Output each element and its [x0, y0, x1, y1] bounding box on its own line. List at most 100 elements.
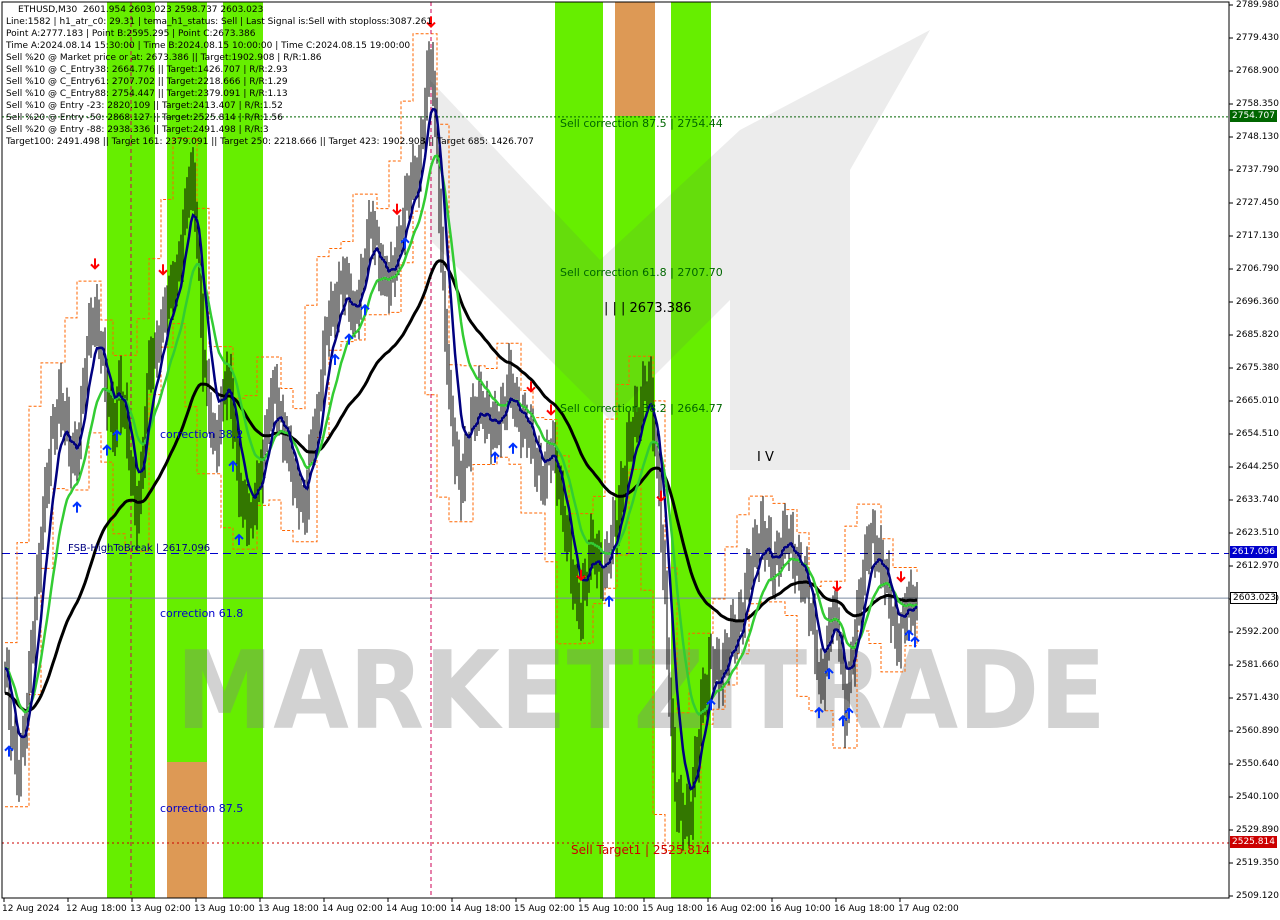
- candle-body: [110, 400, 112, 407]
- candle-body: [574, 587, 576, 590]
- candle-body: [618, 504, 620, 530]
- candle-body: [754, 544, 756, 546]
- candle-body: [192, 163, 194, 188]
- y-tick-label: 2758.350: [1236, 99, 1279, 109]
- candle-body: [860, 600, 862, 606]
- y-tick-label: 2717.130: [1236, 231, 1279, 241]
- candle-body: [312, 436, 314, 446]
- candle-body: [732, 624, 734, 633]
- candle-body: [680, 800, 682, 810]
- candle-body: [38, 568, 40, 576]
- candle-body: [730, 624, 732, 646]
- candle-body: [830, 630, 832, 632]
- x-tick-label: 13 Aug 18:00: [258, 904, 319, 914]
- candle-body: [390, 263, 392, 288]
- candle-body: [696, 759, 698, 761]
- candle-body: [602, 578, 604, 580]
- candle-body: [474, 405, 476, 418]
- candle-body: [376, 236, 378, 239]
- candle-body: [90, 322, 92, 333]
- candle-body: [336, 306, 338, 317]
- candle-body: [664, 564, 666, 594]
- info-line: Sell %20 @ Entry -50: 2868.127 || Target…: [6, 113, 283, 123]
- candle-body: [440, 213, 442, 250]
- candle-body: [908, 592, 910, 604]
- candle-body: [46, 486, 48, 491]
- candle-body: [834, 606, 836, 608]
- candle-body: [114, 423, 116, 437]
- candle-body: [804, 571, 806, 579]
- candle-body: [414, 167, 416, 175]
- candle-body: [274, 382, 276, 390]
- candle-body: [758, 540, 760, 557]
- candle-body: [774, 555, 776, 577]
- candle-body: [656, 446, 658, 456]
- candle-body: [734, 632, 736, 644]
- y-tick-label: 2789.980: [1236, 0, 1279, 10]
- y-tick-label: 2540.100: [1236, 792, 1279, 802]
- point-c-label: | | | 2673.386: [604, 301, 692, 316]
- candle-body: [118, 380, 120, 393]
- info-line: Sell %10 @ C_Entry61: 2707.702 || Target…: [6, 77, 288, 87]
- chart-window: { "window": { "title_line": "ETHUSD,M30 …: [0, 0, 1280, 920]
- candle-body: [392, 263, 394, 267]
- x-tick-label: 15 Aug 10:00: [578, 904, 639, 914]
- sell-correction-87-label: Sell correction 87.5 | 2754.44: [560, 117, 723, 130]
- candle-body: [878, 548, 880, 555]
- candle-body: [492, 425, 494, 440]
- candle-body: [130, 463, 132, 472]
- candle-body: [122, 408, 124, 411]
- y-tick-label: 2654.510: [1236, 429, 1279, 439]
- candle-body: [632, 430, 634, 445]
- candle-body: [166, 307, 168, 320]
- candle-body: [772, 567, 774, 577]
- candle-body: [298, 490, 300, 506]
- candle-body: [140, 469, 142, 491]
- candle-body: [94, 306, 96, 326]
- candle-body: [716, 661, 718, 663]
- y-tick-label: 2560.890: [1236, 726, 1279, 736]
- candle-body: [112, 406, 114, 437]
- candle-body: [682, 809, 684, 826]
- candle-body: [578, 595, 580, 619]
- candle-body: [466, 449, 468, 451]
- candle-body: [66, 409, 68, 422]
- candle-body: [684, 815, 686, 826]
- candle-body: [190, 163, 192, 191]
- candle-body: [666, 593, 668, 648]
- candle-body: [228, 371, 230, 375]
- candle-body: [242, 494, 244, 503]
- candle-body: [154, 344, 156, 355]
- candle-body: [718, 662, 720, 684]
- candle-body: [340, 277, 342, 282]
- candle-body: [478, 391, 480, 416]
- candle-body: [704, 692, 706, 699]
- candle-body: [818, 670, 820, 672]
- candle-body: [552, 444, 554, 453]
- y-tick-label: 2748.130: [1236, 132, 1279, 142]
- buy-arrow-icon: [72, 501, 82, 513]
- info-line: Target100: 2491.498 || Target 161: 2379.…: [6, 137, 534, 147]
- candle-body: [52, 428, 54, 432]
- candle-body: [148, 361, 150, 381]
- candle-body: [490, 419, 492, 440]
- candle-body: [386, 271, 388, 290]
- candle-body: [870, 529, 872, 546]
- candle-body: [676, 789, 678, 811]
- candle-body: [128, 434, 130, 464]
- candle-body: [700, 697, 702, 739]
- candle-body: [86, 343, 88, 380]
- candle-body: [460, 471, 462, 497]
- candle-body: [576, 587, 578, 596]
- candle-body: [362, 266, 364, 277]
- y-tick-label: 2612.970: [1236, 561, 1279, 571]
- candle-body: [514, 404, 516, 406]
- candle-body: [642, 386, 644, 404]
- candle-body: [12, 736, 14, 739]
- candle-body: [180, 259, 182, 269]
- candle-body: [848, 670, 850, 703]
- candle-body: [430, 59, 432, 65]
- candle-body: [170, 283, 172, 287]
- candle-body: [544, 474, 546, 488]
- candle-body: [650, 381, 652, 396]
